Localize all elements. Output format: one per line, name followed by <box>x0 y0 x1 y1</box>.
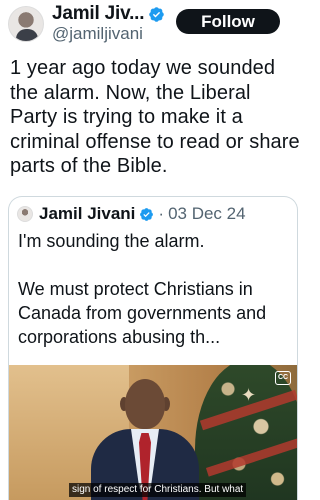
author-name-row: Jamil Jiv... <box>52 2 165 26</box>
verified-badge-icon <box>140 207 154 221</box>
quoted-tweet[interactable]: Jamil Jivani · 03 Dec 24 I'm sounding th… <box>8 196 298 500</box>
head <box>125 379 165 429</box>
verified-badge-icon <box>149 6 165 22</box>
quoted-author-avatar <box>17 206 33 222</box>
author-name[interactable]: Jamil Jiv... <box>52 3 145 25</box>
quoted-date: 03 Dec 24 <box>168 204 246 223</box>
follow-button[interactable]: Follow <box>176 9 280 34</box>
video-caption: sign of respect for Christians. But what <box>69 483 247 497</box>
tweet-text: 1 year ago today we sounded the alarm. N… <box>10 57 300 177</box>
tweet-header: Jamil Jiv... @jamiljivani Follow <box>0 0 308 52</box>
speaker-figure <box>85 375 205 500</box>
quoted-paragraph-2: We must protect Christians in Canada fro… <box>18 279 267 347</box>
quoted-paragraph-1: I'm sounding the alarm. <box>18 231 205 251</box>
author-avatar[interactable] <box>8 6 44 42</box>
separator-dot: · <box>158 204 165 223</box>
reindeer-ornament-icon: ✦ <box>241 385 257 405</box>
author-handle[interactable]: @jamiljivani <box>52 24 143 44</box>
quoted-tweet-text: I'm sounding the alarm. We must protect … <box>18 229 294 373</box>
closed-captions-icon[interactable]: CC <box>275 371 291 385</box>
video-player[interactable]: ✦ CC sign of respect for Christians. But… <box>9 365 297 500</box>
quoted-tweet-header: Jamil Jivani · 03 Dec 24 <box>17 203 246 225</box>
quoted-author-name: Jamil Jivani <box>39 204 136 223</box>
